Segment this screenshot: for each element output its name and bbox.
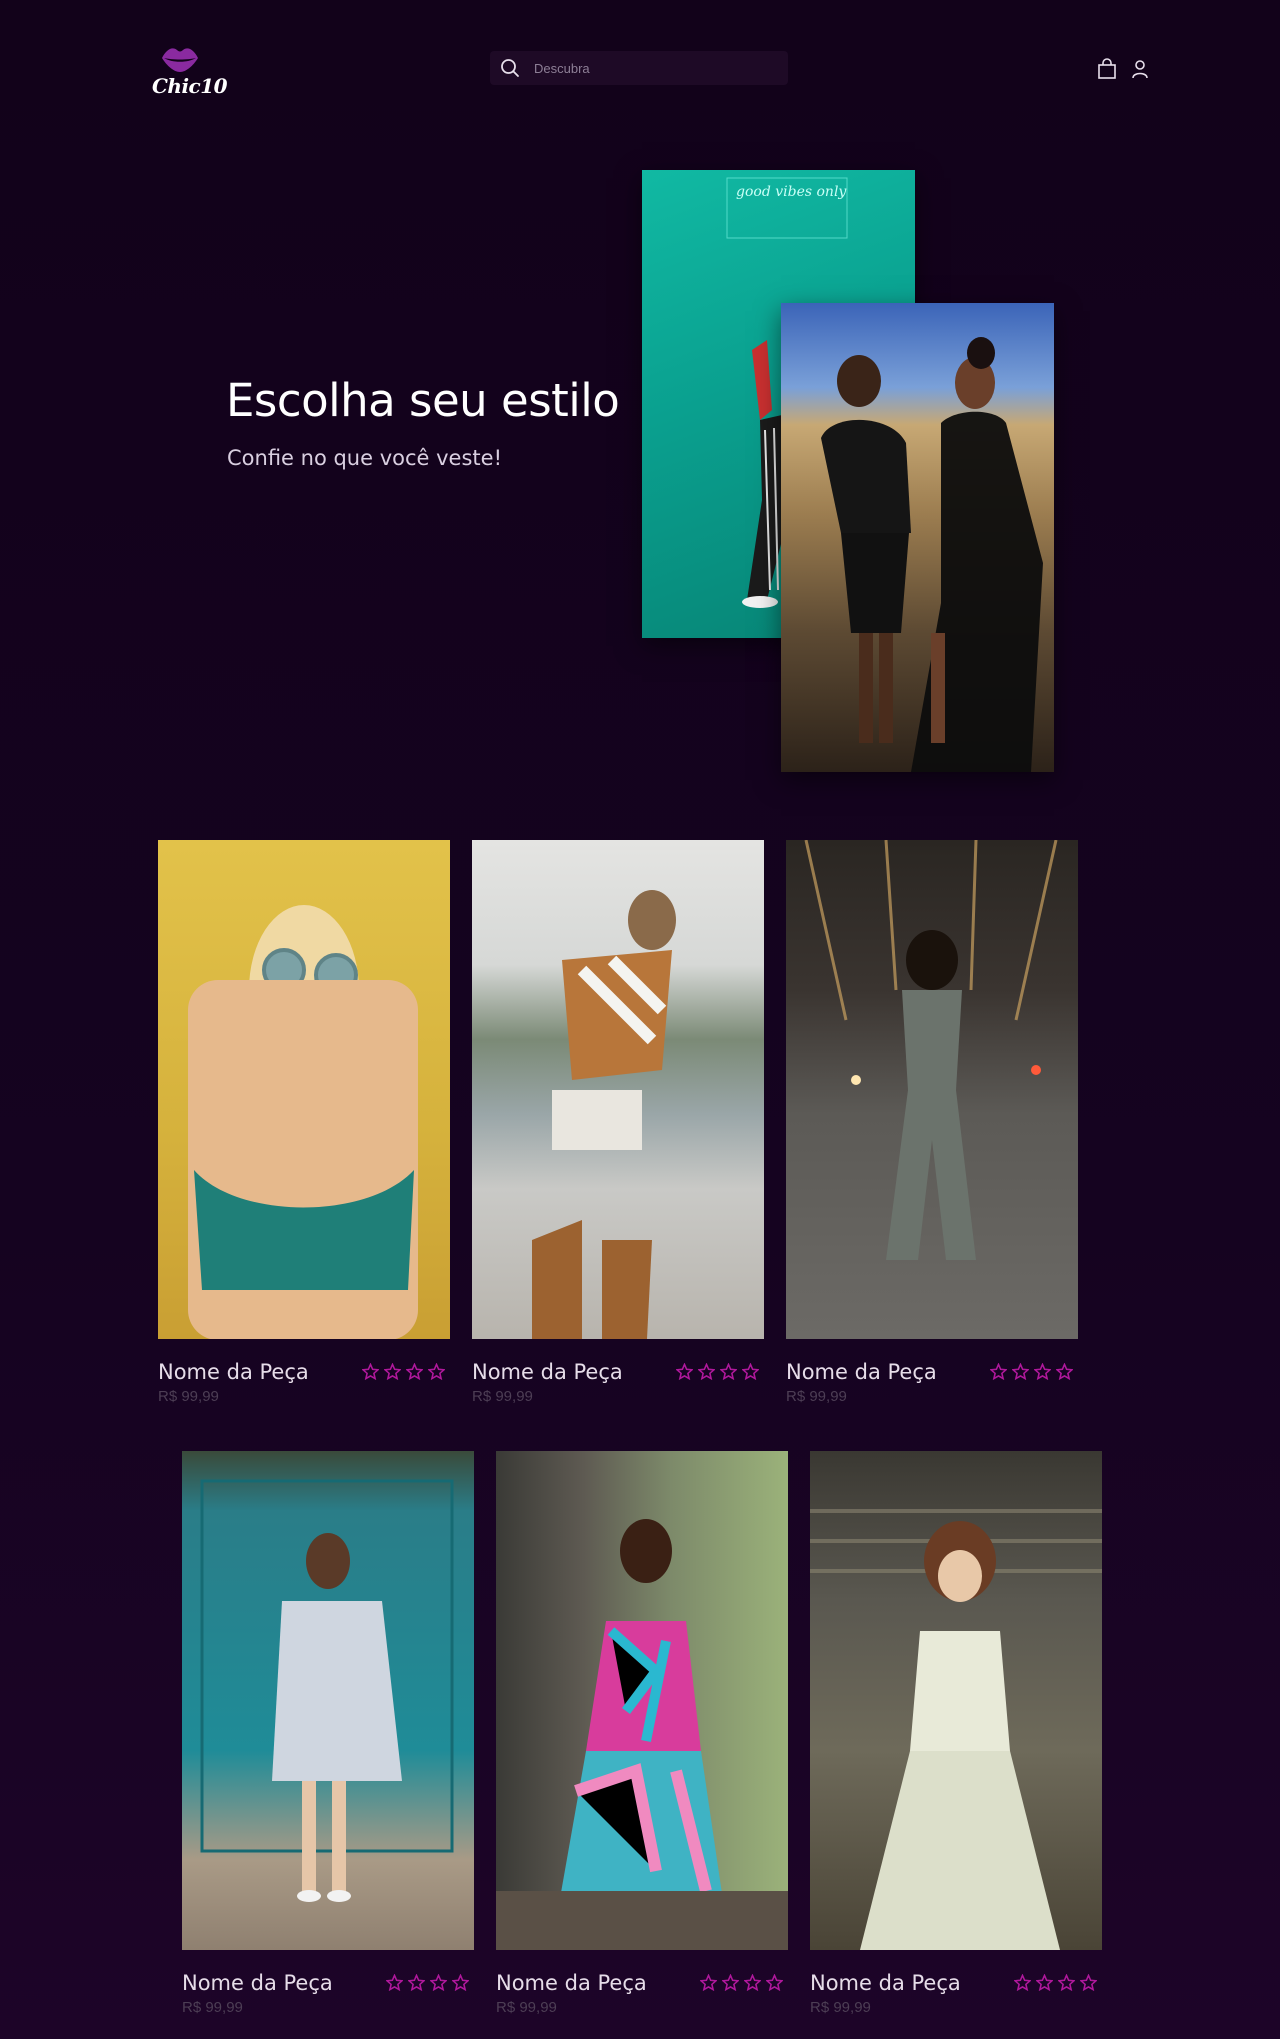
product-name: Nome da Peça [810, 1971, 961, 1995]
product-name: Nome da Peça [182, 1971, 333, 1995]
star-icon[interactable] [430, 1974, 447, 1991]
product-photo-illustration [188, 905, 418, 1339]
product-photo[interactable] [810, 1451, 1102, 1950]
product-price: R$ 99,99 [810, 1999, 871, 2016]
product-price: R$ 99,99 [158, 1388, 219, 1405]
product-photo-illustration [496, 1519, 788, 1950]
star-icon[interactable] [408, 1974, 425, 1991]
product-photo[interactable] [158, 840, 450, 1339]
search-input[interactable] [534, 51, 774, 85]
product-name: Nome da Peça [496, 1971, 647, 1995]
product-photo-illustration [810, 1509, 1102, 1950]
shopping-bag-icon[interactable] [1097, 58, 1117, 80]
star-icon[interactable] [720, 1363, 737, 1380]
product-price: R$ 99,99 [472, 1388, 533, 1405]
star-icon[interactable] [990, 1363, 1007, 1380]
rating-stars[interactable] [990, 1363, 1080, 1381]
search-bar[interactable] [490, 51, 788, 85]
product-price: R$ 99,99 [182, 1999, 243, 2016]
star-icon[interactable] [1036, 1974, 1053, 1991]
product-name: Nome da Peça [472, 1360, 623, 1384]
star-icon[interactable] [1034, 1363, 1051, 1380]
star-icon[interactable] [452, 1974, 469, 1991]
star-icon[interactable] [1056, 1363, 1073, 1380]
lips-logo-icon [162, 48, 198, 72]
rating-stars[interactable] [700, 1974, 790, 1992]
rating-stars[interactable] [1014, 1974, 1104, 1992]
product-name: Nome da Peça [158, 1360, 309, 1384]
product-photo-illustration [532, 890, 676, 1339]
star-icon[interactable] [700, 1974, 717, 1991]
rating-stars[interactable] [362, 1363, 452, 1381]
hero-subtitle: Confie no que você veste! [227, 446, 502, 470]
star-icon[interactable] [722, 1974, 739, 1991]
logo[interactable]: Chic10 [152, 44, 228, 104]
star-icon[interactable] [406, 1363, 423, 1380]
star-icon[interactable] [742, 1363, 759, 1380]
neon-sign-text: good vibes only [736, 184, 847, 200]
hero-title: Escolha seu estilo [226, 374, 620, 427]
star-icon[interactable] [384, 1363, 401, 1380]
product-name: Nome da Peça [786, 1360, 937, 1384]
product-photo[interactable] [472, 840, 764, 1339]
site-header: Chic10 [0, 0, 1280, 120]
product-photo[interactable] [496, 1451, 788, 1950]
star-icon[interactable] [386, 1974, 403, 1991]
product-photo[interactable] [786, 840, 1078, 1339]
star-icon[interactable] [1058, 1974, 1075, 1991]
user-icon[interactable] [1131, 58, 1149, 80]
hero-photo-desert-models [781, 303, 1054, 772]
star-icon[interactable] [744, 1974, 761, 1991]
star-icon[interactable] [1014, 1974, 1031, 1991]
star-icon[interactable] [428, 1363, 445, 1380]
desert-models-illustration [821, 337, 1043, 772]
product-price: R$ 99,99 [496, 1999, 557, 2016]
product-photo[interactable] [182, 1451, 474, 1950]
star-icon[interactable] [1012, 1363, 1029, 1380]
product-photo-illustration [804, 840, 1058, 1260]
rating-stars[interactable] [676, 1363, 766, 1381]
star-icon[interactable] [766, 1974, 783, 1991]
star-icon[interactable] [1080, 1974, 1097, 1991]
star-icon[interactable] [362, 1363, 379, 1380]
search-icon[interactable] [500, 58, 520, 78]
star-icon[interactable] [676, 1363, 693, 1380]
product-photo-illustration [200, 1479, 454, 1902]
rating-stars[interactable] [386, 1974, 476, 1992]
star-icon[interactable] [698, 1363, 715, 1380]
logo-text: Chic10 [152, 74, 228, 98]
product-price: R$ 99,99 [786, 1388, 847, 1405]
